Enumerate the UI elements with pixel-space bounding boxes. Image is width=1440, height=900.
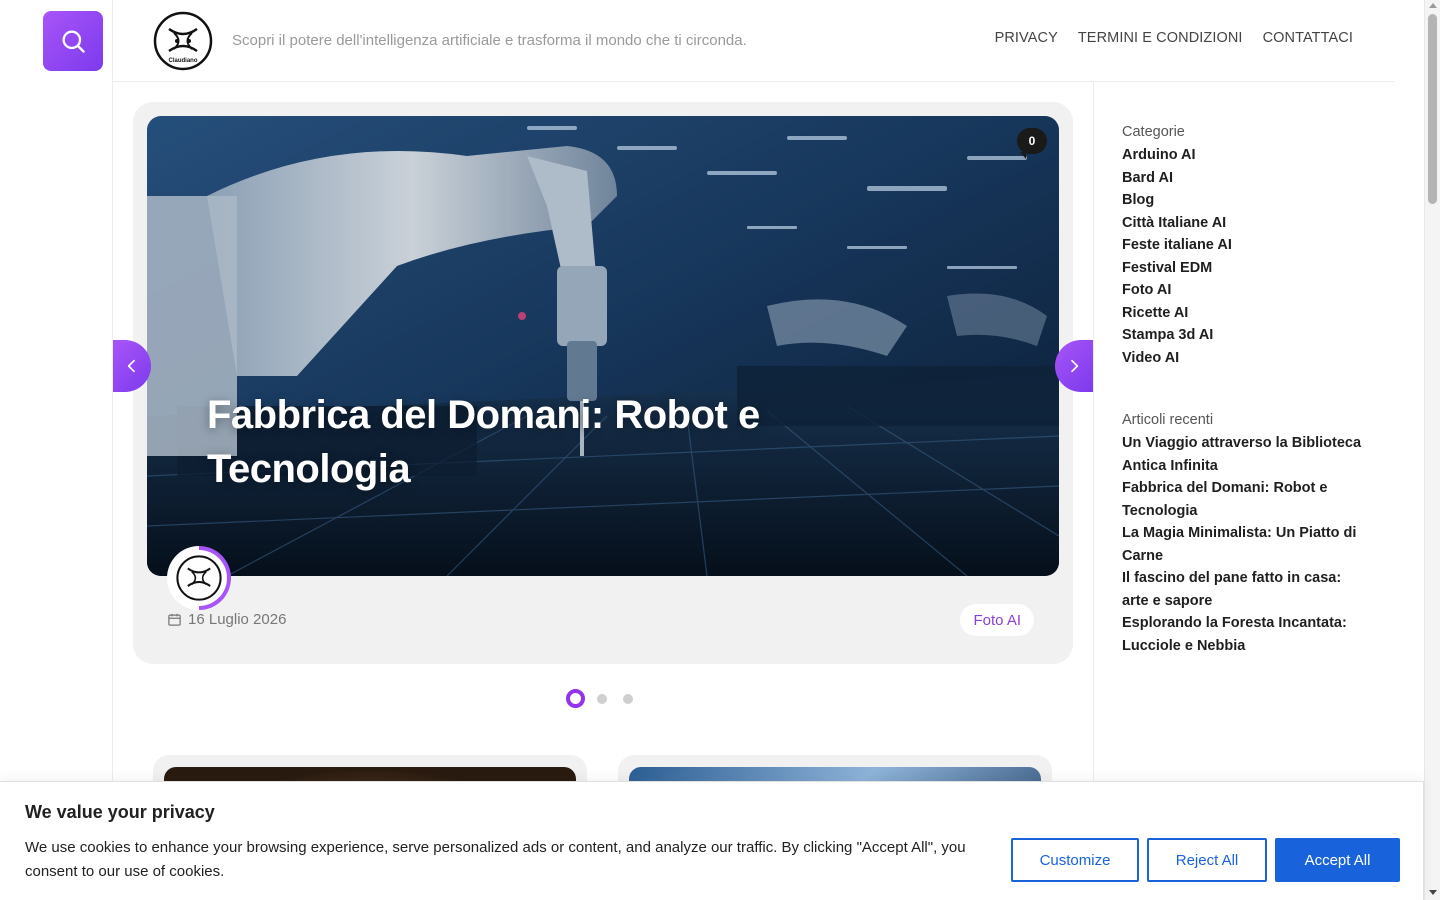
featured-slider: 0 Fabbrica del Domani: Robot e Tecnologi… bbox=[133, 102, 1073, 664]
left-divider bbox=[112, 0, 113, 900]
category-link[interactable]: Foto AI bbox=[1122, 279, 1372, 302]
slider-dot-3[interactable] bbox=[623, 693, 633, 704]
scroll-down-icon[interactable] bbox=[1429, 890, 1437, 895]
category-link[interactable]: Festival EDM bbox=[1122, 257, 1372, 280]
scroll-thumb[interactable] bbox=[1428, 14, 1437, 204]
main-nav: PRIVACY TERMINI E CONDIZIONI CONTATTACI bbox=[995, 30, 1353, 46]
site-logo[interactable]: Claudiano bbox=[153, 11, 213, 71]
page-scrollbar[interactable] bbox=[1424, 0, 1440, 900]
factory-robot-image bbox=[147, 116, 1059, 576]
recent-post-link[interactable]: Esplorando la Foresta Incantata: Lucciol… bbox=[1122, 612, 1367, 657]
categories-heading: Categorie bbox=[1122, 124, 1185, 140]
slide-title[interactable]: Fabbrica del Domani: Robot e Tecnologia bbox=[207, 388, 847, 496]
scroll-up-icon[interactable] bbox=[1429, 3, 1437, 8]
cookie-text: We use cookies to enhance your browsing … bbox=[25, 839, 966, 880]
recent-posts-widget: Articoli recenti Un Viaggio attraverso l… bbox=[1122, 412, 1367, 657]
recent-post-link[interactable]: Fabbrica del Domani: Robot e Tecnologia bbox=[1122, 477, 1367, 522]
recent-post-link[interactable]: La Magia Minimalista: Un Piatto di Carne bbox=[1122, 522, 1367, 567]
category-link[interactable]: Feste italiane AI bbox=[1122, 234, 1372, 257]
chevron-left-icon bbox=[127, 359, 135, 373]
slider-pagination bbox=[566, 689, 633, 708]
avatar-logo-icon bbox=[176, 555, 222, 601]
nav-privacy[interactable]: PRIVACY bbox=[995, 30, 1058, 46]
recent-post-link[interactable]: Il fascino del pane fatto in casa: arte … bbox=[1122, 567, 1367, 612]
category-pill[interactable]: Foto AI bbox=[960, 604, 1034, 636]
category-link[interactable]: Stampa 3d AI bbox=[1122, 324, 1372, 347]
cookie-accept-button[interactable]: Accept All bbox=[1275, 838, 1400, 882]
category-link[interactable]: Video AI bbox=[1122, 347, 1372, 370]
recent-posts-heading: Articoli recenti bbox=[1122, 412, 1214, 428]
nav-terms[interactable]: TERMINI E CONDIZIONI bbox=[1078, 30, 1243, 46]
categories-widget: Categorie Arduino AI Bard AI Blog Città … bbox=[1122, 124, 1372, 369]
category-link[interactable]: Bard AI bbox=[1122, 167, 1372, 190]
cookie-reject-button[interactable]: Reject All bbox=[1147, 838, 1267, 882]
category-link[interactable]: Ricette AI bbox=[1122, 302, 1372, 325]
slider-dot-2[interactable] bbox=[597, 693, 607, 704]
nav-contact[interactable]: CONTATTACI bbox=[1263, 30, 1353, 46]
post-date-text: 16 Luglio 2026 bbox=[188, 611, 287, 628]
site-header: Claudiano Scopri il potere dell'intellig… bbox=[113, 0, 1394, 82]
recent-post-link[interactable]: Un Viaggio attraverso la Biblioteca Anti… bbox=[1122, 432, 1367, 477]
svg-text:Claudiano: Claudiano bbox=[168, 58, 197, 64]
calendar-icon bbox=[168, 613, 181, 626]
chevron-right-icon bbox=[1071, 359, 1079, 373]
cookie-title: We value your privacy bbox=[25, 802, 215, 822]
search-button[interactable] bbox=[43, 11, 103, 71]
logo-icon: Claudiano bbox=[153, 11, 213, 71]
category-link[interactable]: Blog bbox=[1122, 189, 1372, 212]
site-tagline: Scopri il potere dell'intelligenza artif… bbox=[232, 32, 747, 49]
comment-count-badge[interactable]: 0 bbox=[1017, 128, 1047, 159]
cookie-consent-banner: We value your privacy We use cookies to … bbox=[0, 781, 1424, 900]
category-link[interactable]: Città Italiane AI bbox=[1122, 212, 1372, 235]
hero-image[interactable]: 0 Fabbrica del Domani: Robot e Tecnologi… bbox=[147, 116, 1059, 576]
author-avatar[interactable] bbox=[167, 546, 231, 610]
cookie-customize-button[interactable]: Customize bbox=[1011, 838, 1139, 882]
slider-dot-1[interactable] bbox=[566, 689, 585, 708]
search-icon bbox=[62, 30, 85, 53]
sidebar-divider bbox=[1093, 82, 1094, 900]
post-date: 16 Luglio 2026 bbox=[167, 611, 286, 628]
category-link[interactable]: Arduino AI bbox=[1122, 144, 1372, 167]
